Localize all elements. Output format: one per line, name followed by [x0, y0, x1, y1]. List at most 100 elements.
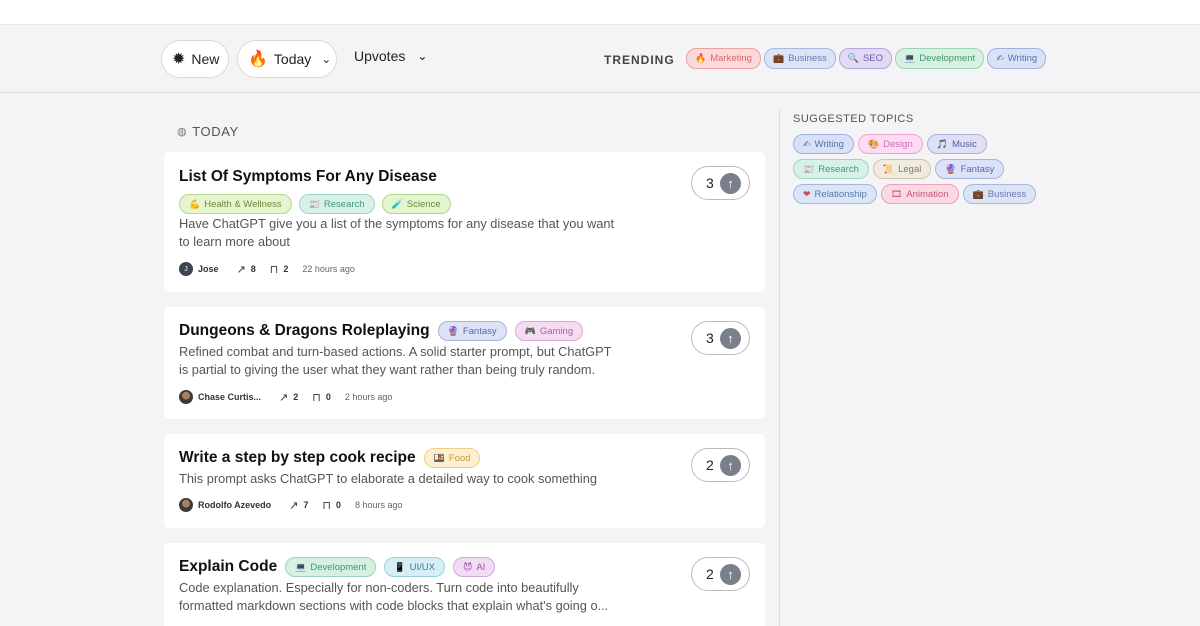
- muscle-icon: 💪: [189, 198, 201, 209]
- post-card[interactable]: List Of Symptoms For Any Disease 💪 Health…: [164, 152, 765, 292]
- author-name[interactable]: Chase Curtis...: [198, 392, 261, 402]
- upvote-button[interactable]: 2 ↑: [691, 448, 750, 482]
- author-name[interactable]: Rodolfo Azevedo: [198, 500, 271, 510]
- suggested-topics-row: ❤ Relationship 🎞 Animation 💼 Business: [793, 184, 1037, 204]
- tag-label: Development: [310, 561, 367, 573]
- post-meta: J Jose ↗ 8 ⊓ 2 22 hours ago: [179, 262, 355, 276]
- post-title-row: Dungeons & Dragons Roleplaying 🔮 Fantasy …: [179, 321, 584, 341]
- upvote-arrow-icon: ↑: [720, 328, 741, 349]
- tag-label: Design: [883, 138, 913, 150]
- post-title[interactable]: Dungeons & Dragons Roleplaying: [179, 322, 430, 340]
- tag-label: UI/UX: [409, 561, 435, 573]
- tag-label: Legal: [898, 163, 922, 175]
- tag-science[interactable]: 🧪 Science: [381, 194, 451, 214]
- trending-tag-writing[interactable]: ✍ Writing: [987, 48, 1047, 69]
- vote-count: 3: [706, 175, 714, 191]
- tag-label: Development: [919, 53, 976, 64]
- tag-ui-ux[interactable]: 📱 UI/UX: [384, 557, 445, 577]
- tag-label: Research: [818, 163, 859, 175]
- film-frames-icon: 🎞: [890, 188, 903, 199]
- tag-health-wellness[interactable]: 💪 Health & Wellness: [179, 194, 292, 214]
- fire-icon: 🔥: [695, 53, 707, 63]
- post-meta: Rodolfo Azevedo ↗ 7 ⊓ 0 8 hours ago: [179, 498, 403, 512]
- share-arrow-icon: ↗: [289, 499, 299, 512]
- save-count[interactable]: ⊓ 0: [322, 499, 341, 512]
- topic-writing[interactable]: ✍ Writing: [793, 134, 854, 154]
- tag-label: Food: [448, 452, 471, 464]
- period-dropdown[interactable]: 🔥 Today ⌄: [237, 40, 337, 78]
- share-count[interactable]: ↗ 7: [289, 499, 308, 512]
- filter-bar: ✹ New 🔥 Today ⌄ Upvotes ⌄ TRENDING 🔥 Mark…: [0, 26, 1200, 93]
- post-card[interactable]: Write a step by step cook recipe 🍱 Food T…: [164, 434, 765, 528]
- post-title[interactable]: Explain Code: [179, 558, 277, 576]
- author-name[interactable]: Jose: [198, 264, 219, 274]
- post-card[interactable]: Explain Code 💻 Development 📱 UI/UX 😈 AI Cod…: [164, 543, 765, 626]
- gamepad-icon: 🎮: [524, 325, 536, 336]
- save-count[interactable]: ⊓ 0: [312, 391, 331, 404]
- magnifier-icon: 🔍: [847, 53, 859, 63]
- share-count[interactable]: ↗ 8: [237, 263, 256, 276]
- tag-label: Fantasy: [960, 163, 995, 175]
- share-value: 7: [303, 500, 309, 510]
- heart-icon: ❤: [803, 188, 811, 199]
- briefcase-icon: 💼: [972, 188, 984, 199]
- topic-business[interactable]: 💼 Business: [962, 184, 1037, 204]
- newspaper-icon: 📰: [308, 198, 320, 209]
- tag-food[interactable]: 🍱 Food: [423, 448, 481, 468]
- avatar[interactable]: [179, 498, 193, 512]
- post-title[interactable]: Write a step by step cook recipe: [179, 449, 416, 467]
- topic-music[interactable]: 🎵 Music: [926, 134, 987, 154]
- suggested-topics-title: SUGGESTED TOPICS: [793, 113, 914, 125]
- trending-tags: 🔥 Marketing 💼 Business 🔍 SEO 💻 Development ✍…: [686, 48, 1047, 69]
- new-filter-button[interactable]: ✹ New: [161, 40, 229, 78]
- upvote-button[interactable]: 2 ↑: [691, 557, 750, 591]
- save-count[interactable]: ⊓ 2: [270, 263, 289, 276]
- upvote-button[interactable]: 3 ↑: [691, 166, 750, 200]
- post-time: 2 hours ago: [344, 392, 393, 402]
- devil-face-icon: 😈: [462, 561, 473, 572]
- upvote-button[interactable]: 3 ↑: [691, 321, 750, 355]
- post-time: 8 hours ago: [355, 500, 403, 510]
- topic-design[interactable]: 🎨 Design: [857, 134, 923, 154]
- music-note-icon: 🎵: [936, 138, 948, 149]
- topic-research[interactable]: 📰 Research: [793, 159, 869, 179]
- post-description: Code explanation. Especially for non-cod…: [179, 580, 609, 613]
- laptop-icon: 💻: [295, 561, 307, 572]
- tag-gaming[interactable]: 🎮 Gaming: [514, 321, 584, 341]
- tag-fantasy[interactable]: 🔮 Fantasy: [437, 321, 507, 341]
- share-value: 2: [293, 392, 299, 402]
- vote-count: 3: [706, 330, 714, 346]
- tag-label: Writing: [814, 138, 844, 150]
- vote-count: 2: [706, 457, 714, 473]
- upvote-arrow-icon: ↑: [720, 564, 741, 585]
- topic-relationship[interactable]: ❤ Relationship: [793, 184, 877, 204]
- suggested-topics-row: ✍ Writing 🎨 Design 🎵 Music: [793, 134, 987, 154]
- avatar[interactable]: J: [179, 262, 193, 276]
- share-count[interactable]: ↗ 2: [279, 391, 298, 404]
- topic-fantasy[interactable]: 🔮 Fantasy: [935, 159, 1005, 179]
- save-value: 2: [283, 264, 289, 274]
- tag-label: Business: [788, 53, 827, 64]
- post-title[interactable]: List Of Symptoms For Any Disease: [179, 168, 437, 186]
- fire-icon: ◍: [177, 126, 188, 138]
- topic-legal[interactable]: 📜 Legal: [872, 159, 932, 179]
- share-value: 8: [250, 264, 256, 274]
- avatar[interactable]: [179, 390, 193, 404]
- bookmark-icon: ⊓: [312, 391, 321, 404]
- sort-dropdown[interactable]: Upvotes ⌄: [354, 48, 427, 64]
- topic-animation[interactable]: 🎞 Animation: [880, 184, 959, 204]
- tag-ai[interactable]: 😈 AI: [452, 557, 496, 577]
- post-card[interactable]: Dungeons & Dragons Roleplaying 🔮 Fantasy …: [164, 307, 765, 419]
- trending-label: TRENDING: [604, 53, 675, 67]
- tag-label: Music: [951, 138, 977, 150]
- share-arrow-icon: ↗: [236, 263, 246, 276]
- trending-tag-seo[interactable]: 🔍 SEO: [838, 48, 892, 69]
- trending-tag-development[interactable]: 💻 Development: [895, 48, 985, 69]
- tag-research[interactable]: 📰 Research: [298, 194, 375, 214]
- test-tube-icon: 🧪: [391, 198, 403, 209]
- post-title-row: Write a step by step cook recipe 🍱 Food: [179, 448, 481, 468]
- trending-tag-business[interactable]: 💼 Business: [763, 48, 836, 69]
- trending-tag-marketing[interactable]: 🔥 Marketing: [686, 48, 761, 69]
- sidebar-divider: [779, 110, 780, 626]
- tag-development[interactable]: 💻 Development: [285, 557, 377, 577]
